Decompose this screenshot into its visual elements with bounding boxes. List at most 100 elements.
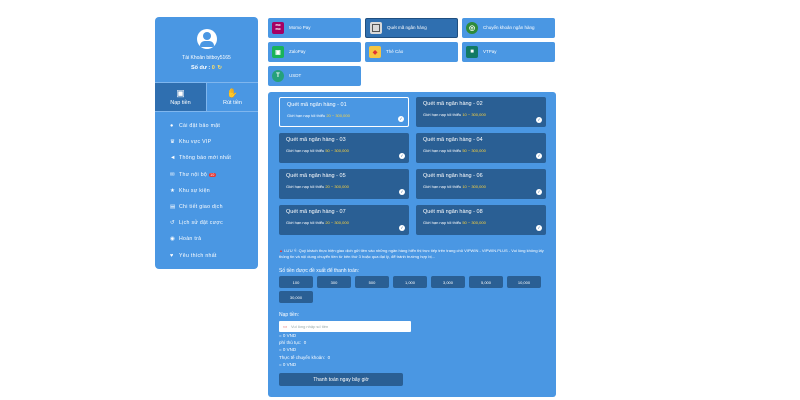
money-icon: ▭ [283, 324, 288, 329]
balance-value: 0 [211, 65, 215, 71]
sidebar-item-refund[interactable]: ◉ Hoàn trả [155, 231, 258, 247]
method-label: USDT [289, 73, 302, 79]
bank-limit: Giới hạn nạp tối thiểu 10 ~ 300,000 [423, 184, 539, 189]
bank-limit: Giới hạn nạp tối thiểu 20 ~ 300,000 [286, 220, 402, 225]
sidebar-item-label: Chi tiết giao dịch [179, 204, 223, 211]
sidebar-item-label: Khu sự kiện [179, 187, 210, 194]
bank-limit-range: 10 ~ 300,000 [462, 112, 486, 117]
deposit-page: Tài Khoản bitboy5165 Số dư : 0 ↻ ▣ Nạp t… [0, 0, 800, 400]
method-label: Chuyển khoản ngân hàng [483, 25, 535, 31]
sidebar-item-favorites[interactable]: ♥ Yêu thích nhất [155, 248, 258, 264]
bank-limit-label: Giới hạn nạp tối thiểu [287, 113, 326, 118]
pay-now-button[interactable]: Thanh toán ngay bây giờ [279, 373, 403, 386]
bank-title: Quét mã ngân hàng - 05 [286, 173, 346, 179]
actual-transfer-row: Thực tế chuyển khoản: 0 [279, 355, 330, 360]
mail-icon: ✉ [170, 171, 175, 178]
sidebar-item-news[interactable]: ◄ Thông báo mới nhất [155, 150, 258, 166]
withdraw-button[interactable]: ✋ Rút tiền [206, 83, 258, 111]
bank-limit: Giới hạn nạp tối thiểu 50 ~ 300,000 [423, 148, 539, 153]
bank-title: Quét mã ngân hàng - 02 [423, 101, 483, 107]
check-icon: ✓ [536, 225, 542, 231]
bank-option[interactable]: Quét mã ngân hàng - 03 Giới hạn nạp tối t… [279, 133, 409, 163]
sidebar-item-transactions[interactable]: ▤ Chi tiết giao dịch [155, 199, 258, 215]
method-vtpay[interactable]: ■ VTPay [462, 42, 555, 62]
bank-option[interactable]: Quét mã ngân hàng - 02 Giới hạn nạp tối t… [416, 97, 546, 127]
sidebar-item-events[interactable]: ★ Khu sự kiện [155, 183, 258, 199]
amount-chip[interactable]: 5,000 [469, 276, 503, 288]
sidebar-item-bet-history[interactable]: ↺ Lịch sử đặt cược [155, 215, 258, 231]
amount-chip[interactable]: 300 [317, 276, 351, 288]
amount-chip[interactable]: 100 [279, 276, 313, 288]
balance-row: Số dư : 0 ↻ [191, 65, 222, 71]
sidebar-item-security[interactable]: ● Cài đặt bảo mật [155, 118, 258, 134]
method-zalopay[interactable]: ▣ ZaloPay [268, 42, 361, 62]
suggested-amount-label: Số tiền được đề xuất để thanh toán: [279, 268, 360, 274]
bank-limit-label: Giới hạn nạp tối thiểu [423, 148, 462, 153]
amount-chip[interactable]: 500 [355, 276, 389, 288]
bank-limit-label: Giới hạn nạp tối thiểu [423, 220, 462, 225]
bank-title: Quét mã ngân hàng - 03 [286, 137, 346, 143]
trophy-icon: ★ [170, 187, 176, 194]
sidebar-item-label: Cài đặt bảo mật [179, 123, 221, 130]
deposit-amount-input[interactable] [279, 321, 411, 332]
notice-text: LƯU Ý: Quý khách thực hiện giao dịch gửi… [279, 248, 544, 259]
check-icon: ✓ [399, 225, 405, 231]
method-momo[interactable]: mo mo Momo Pay [268, 18, 361, 38]
bank-limit-range: 50 ~ 300,000 [462, 220, 486, 225]
vtpay-logo-icon: ■ [466, 46, 478, 58]
momo-logo-icon: mo mo [272, 22, 284, 34]
check-icon: ✓ [536, 189, 542, 195]
deposit-panel: Quét mã ngân hàng - 01 Giới hạn nạp tối t… [268, 92, 556, 397]
sidebar-item-mail[interactable]: ✉ Thư nội bộ 10 [155, 167, 258, 183]
bank-option[interactable]: Quét mã ngân hàng - 01 Giới hạn nạp tối t… [279, 97, 409, 127]
user-lock-icon: ● [170, 123, 174, 130]
bank-option[interactable]: Quét mã ngân hàng - 08 Giới hạn nạp tối t… [416, 205, 546, 235]
hand-coin-icon: ✋ [226, 87, 239, 98]
bank-option[interactable]: Quét mã ngân hàng - 04 Giới hạn nạp tối t… [416, 133, 546, 163]
bank-globe-icon: ◎ [466, 22, 478, 34]
bank-title: Quét mã ngân hàng - 04 [423, 137, 483, 143]
deposit-button[interactable]: ▣ Nạp tiền [155, 83, 206, 111]
bank-option[interactable]: Quét mã ngân hàng - 05 Giới hạn nạp tối t… [279, 169, 409, 199]
bank-title: Quét mã ngân hàng - 08 [423, 209, 483, 215]
zalopay-logo-icon: ▣ [272, 46, 284, 58]
usdt-logo-icon: T [272, 70, 284, 82]
check-icon: ✓ [399, 153, 405, 159]
deposit-notice: ▲ LƯU Ý: Quý khách thực hiện giao dịch g… [279, 248, 547, 259]
method-label: Thẻ Cào [386, 49, 404, 55]
bank-limit-label: Giới hạn nạp tối thiểu [423, 184, 462, 189]
bank-title: Quét mã ngân hàng - 07 [286, 209, 346, 215]
warning-icon: ▲ [279, 248, 283, 253]
bank-limit-range: 20 ~ 300,000 [325, 220, 349, 225]
megaphone-icon: ◄ [170, 155, 176, 162]
bank-limit-range: 20 ~ 300,000 [326, 113, 350, 118]
sidebar-item-label: Hoàn trả [179, 236, 202, 243]
mail-badge: 10 [209, 172, 216, 177]
document-icon: ▤ [170, 204, 176, 211]
fee-label: phí thủ tục: [279, 340, 302, 345]
refresh-icon[interactable]: ↻ [217, 65, 222, 71]
method-bank-qr[interactable]: Quét mã ngân hàng [365, 18, 458, 38]
sidebar-item-label: Thông báo mới nhất [179, 155, 232, 162]
sidebar-item-vip[interactable]: ♛ Khu vực VIP [155, 134, 258, 150]
bank-limit-range: 50 ~ 300,000 [462, 148, 486, 153]
method-label: VTPay [483, 49, 497, 55]
sidebar-item-label: Khu vực VIP [179, 139, 212, 146]
history-icon: ↺ [170, 220, 175, 227]
method-bank-transfer[interactable]: ◎ Chuyển khoản ngân hàng [462, 18, 555, 38]
deposit-label: Nạp tiền: [279, 312, 300, 318]
bank-limit: Giới hạn nạp tối thiểu 20 ~ 300,000 [286, 184, 402, 189]
bank-options: Quét mã ngân hàng - 01 Giới hạn nạp tối t… [279, 97, 546, 235]
bank-option[interactable]: Quét mã ngân hàng - 06 Giới hạn nạp tối t… [416, 169, 546, 199]
method-scratch-card[interactable]: ◆ Thẻ Cào [365, 42, 458, 62]
actual-transfer-vnd: = 0 VND [279, 362, 297, 367]
fee-vnd: = 0 VND [279, 347, 297, 352]
amount-chip[interactable]: 1,000 [393, 276, 427, 288]
amount-chip[interactable]: 3,000 [431, 276, 465, 288]
bank-option[interactable]: Quét mã ngân hàng - 07 Giới hạn nạp tối t… [279, 205, 409, 235]
method-usdt[interactable]: T USDT [268, 66, 361, 86]
amount-chip[interactable]: 30,000 [279, 291, 313, 303]
method-label: ZaloPay [289, 49, 306, 55]
check-icon: ✓ [536, 153, 542, 159]
amount-chip[interactable]: 10,000 [507, 276, 541, 288]
